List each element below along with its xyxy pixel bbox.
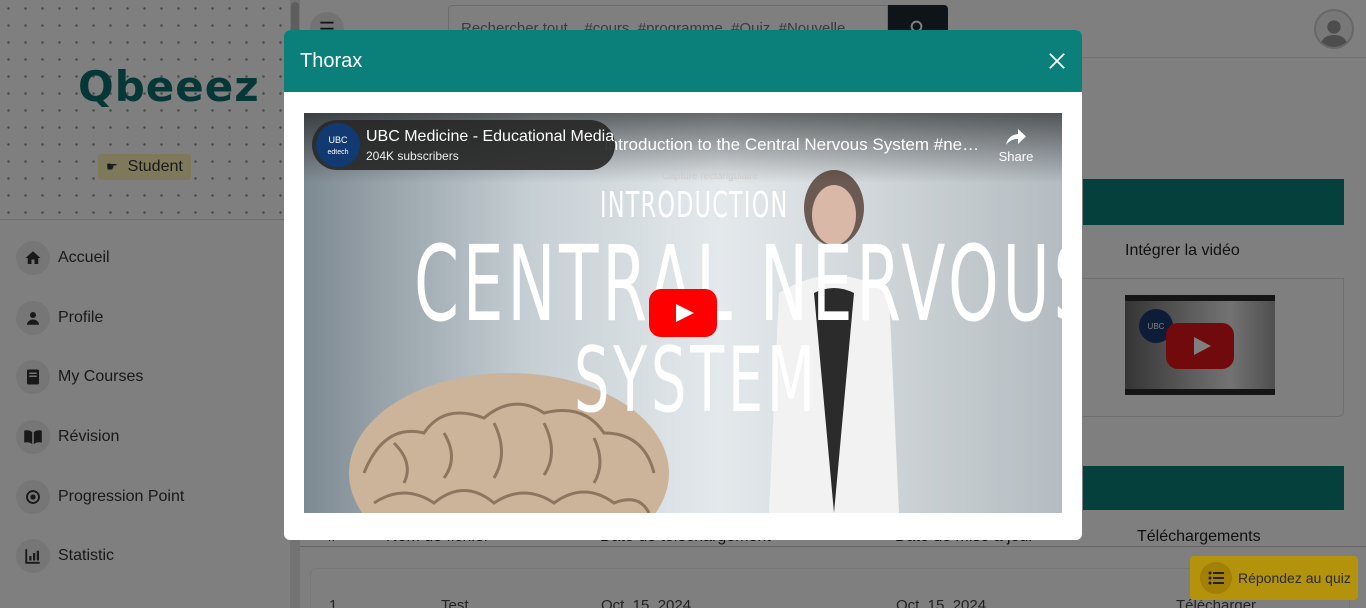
modal-header: Thorax (284, 30, 1082, 92)
video-modal: Thorax INTRODUCTION CENTRAL NERVOUS SYST… (284, 30, 1082, 540)
channel-avatar-line2: edtech (327, 148, 349, 156)
video-player[interactable]: INTRODUCTION CENTRAL NERVOUS SYSTEM Intr… (304, 113, 1062, 513)
share-label: Share (998, 149, 1034, 164)
share-button[interactable]: Share (994, 127, 1038, 171)
video-frame-cns-text: CENTRAL NERVOUS (414, 223, 1062, 345)
close-icon (1049, 53, 1065, 69)
play-button[interactable] (649, 289, 717, 337)
video-title[interactable]: Introduction to the Central Nervous Syst… (604, 135, 984, 155)
video-frame-system-text: SYSTEM (574, 328, 819, 433)
share-icon (1006, 129, 1026, 145)
modal-title: Thorax (300, 49, 363, 72)
video-frame-intro-text: INTRODUCTION (600, 185, 789, 226)
overlay-caption: Capture rectangulaire (662, 171, 759, 182)
subscriber-count: 204K subscribers (366, 149, 459, 163)
list-icon (1200, 562, 1232, 594)
channel-name[interactable]: UBC Medicine - Educational Media (366, 128, 614, 146)
answer-quiz-label: Répondez au quiz (1238, 570, 1351, 586)
answer-quiz-button[interactable]: Répondez au quiz (1190, 556, 1358, 600)
close-button[interactable] (1046, 50, 1068, 72)
channel-avatar-line1: UBC (328, 134, 348, 145)
channel-card[interactable]: UBC edtech UBC Medicine - Educational Me… (312, 120, 615, 170)
channel-avatar[interactable]: UBC edtech (316, 123, 360, 167)
